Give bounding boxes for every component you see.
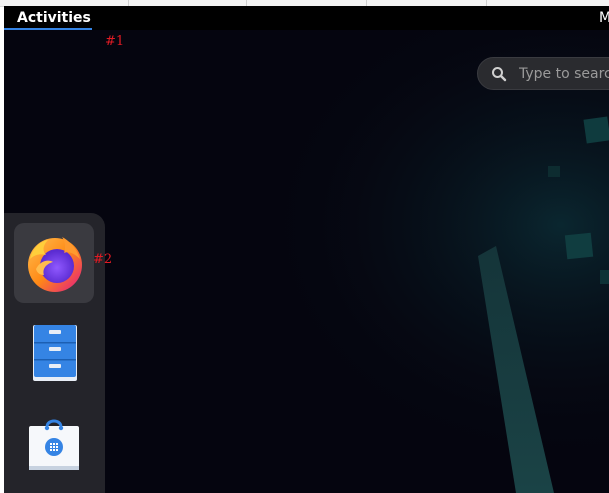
file-cabinet-icon	[33, 325, 77, 381]
annotation-marker-2: #2	[93, 252, 113, 267]
search-input[interactable]	[519, 58, 609, 89]
dash-item-software[interactable]	[14, 403, 94, 483]
top-bar: Activities M	[4, 6, 609, 30]
dash-item-files[interactable]	[14, 313, 94, 393]
clock-label[interactable]: M	[599, 6, 609, 30]
dash	[4, 213, 105, 493]
dash-item-firefox[interactable]	[14, 223, 94, 303]
activities-button[interactable]: Activities	[4, 6, 92, 30]
software-store-icon	[29, 419, 79, 470]
annotation-marker-1: #1	[105, 34, 125, 49]
activities-overview: Activities M #1 Type to search #2	[4, 6, 609, 493]
search-icon	[492, 67, 507, 82]
firefox-icon	[28, 237, 82, 292]
search-box[interactable]	[477, 57, 609, 90]
